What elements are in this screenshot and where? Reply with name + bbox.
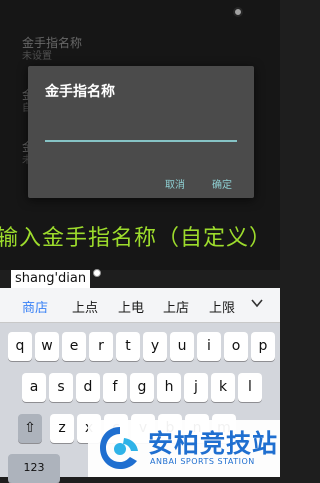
numbers-key[interactable]: 123	[8, 454, 60, 483]
cheat-name-input[interactable]	[45, 108, 237, 142]
key-q[interactable]: q	[8, 332, 32, 361]
key-k[interactable]: k	[211, 373, 235, 402]
key-l[interactable]: l	[238, 373, 262, 402]
key-s[interactable]: s	[49, 373, 73, 402]
candidate-item[interactable]: 上点	[72, 297, 98, 316]
text-cursor-handle-icon[interactable]	[93, 269, 101, 277]
candidate-item[interactable]: 上店	[163, 297, 189, 316]
key-r[interactable]: r	[89, 332, 113, 361]
key-z[interactable]: z	[50, 414, 74, 443]
candidate-item[interactable]: 上电	[118, 297, 144, 316]
candidate-item[interactable]: 上限	[209, 297, 235, 316]
key-h[interactable]: h	[157, 373, 181, 402]
watermark-cn-text: 安柏竞技站	[148, 429, 279, 458]
cancel-button[interactable]: 取消	[165, 176, 185, 191]
key-f[interactable]: f	[103, 373, 127, 402]
key-i[interactable]: i	[197, 332, 221, 361]
name-dialog: 金手指名称 取消 确定	[28, 66, 254, 198]
key-t[interactable]: t	[116, 332, 140, 361]
key-e[interactable]: e	[62, 332, 86, 361]
anbai-logo-icon	[100, 427, 138, 469]
key-y[interactable]: y	[143, 332, 167, 361]
key-d[interactable]: d	[76, 373, 100, 402]
candidate-item[interactable]: 商店	[22, 297, 48, 316]
key-p[interactable]: p	[251, 332, 275, 361]
key-w[interactable]: w	[35, 332, 59, 361]
dialog-title: 金手指名称	[45, 84, 115, 100]
key-a[interactable]: a	[22, 373, 46, 402]
watermark-en-text: ANBAI SPORTS STATION	[150, 457, 255, 466]
watermark-logo: 安柏竞技站 ANBAI SPORTS STATION	[88, 420, 280, 477]
overlay-caption: 输入金手指名称（自定义）	[0, 226, 273, 251]
key-g[interactable]: g	[130, 373, 154, 402]
chevron-down-icon[interactable]	[250, 296, 264, 310]
ok-button[interactable]: 确定	[212, 176, 232, 191]
key-u[interactable]: u	[170, 332, 194, 361]
candidate-bar: 商店 上点 上电 上店 上限	[0, 288, 280, 323]
key-j[interactable]: j	[184, 373, 208, 402]
key-o[interactable]: o	[224, 332, 248, 361]
pinyin-composition: shang'dian	[11, 270, 91, 288]
shift-key-icon[interactable]: ⇧	[18, 414, 42, 443]
